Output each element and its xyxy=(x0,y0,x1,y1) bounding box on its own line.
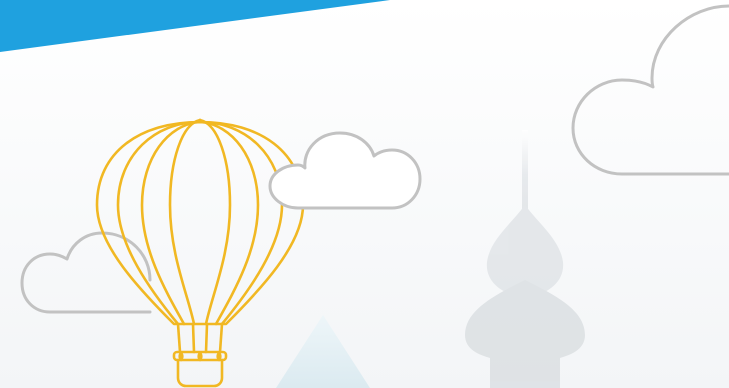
hero-illustration xyxy=(0,0,729,388)
illustration-canvas xyxy=(0,0,729,388)
